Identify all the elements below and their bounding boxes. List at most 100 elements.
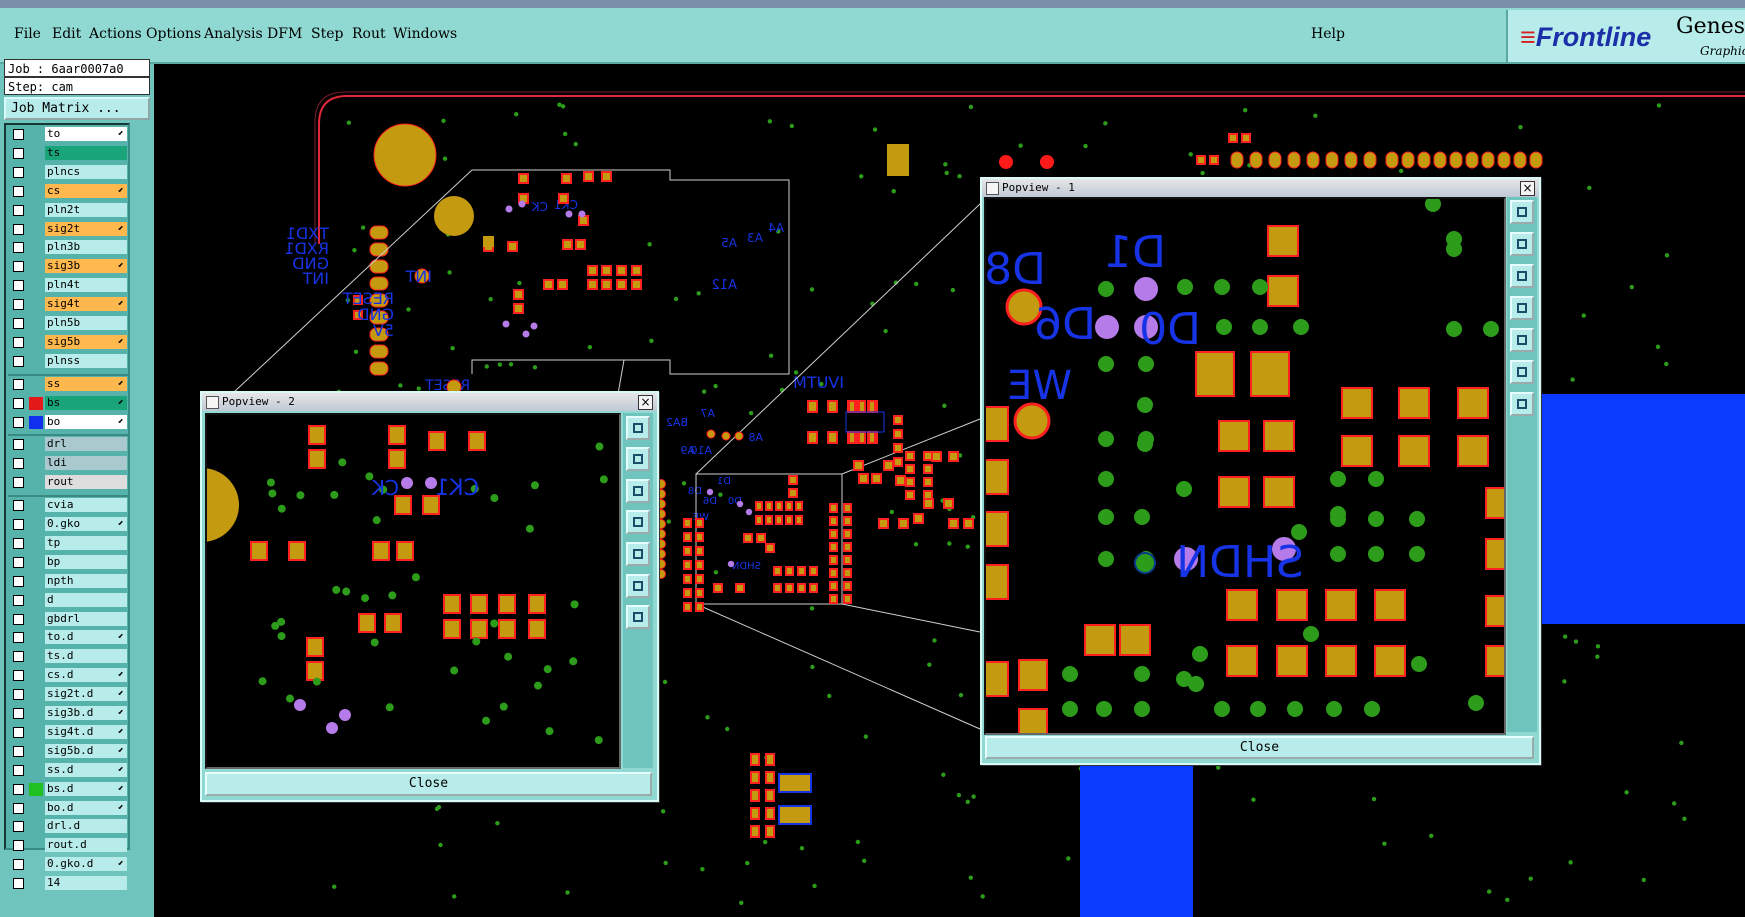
layer-row-ts.d[interactable]: ts.d — [8, 649, 128, 664]
layer-checkbox[interactable] — [13, 378, 24, 390]
close-icon[interactable]: × — [638, 395, 653, 410]
menu-rout[interactable]: Rout — [352, 26, 386, 42]
layer-color-swatch[interactable] — [29, 782, 43, 796]
layer-checkbox[interactable] — [13, 166, 24, 178]
layer-row-d[interactable]: d — [8, 592, 128, 608]
layer-name[interactable]: 0.gko ⬋ — [45, 517, 127, 531]
menu-windows[interactable]: Windows — [393, 26, 457, 42]
layer-row-drl.d[interactable]: drl.d — [8, 819, 128, 834]
menu-actions[interactable]: Actions — [89, 26, 142, 42]
layer-row-bs[interactable]: bs ⬋ — [8, 395, 128, 411]
layer-color-swatch[interactable] — [29, 204, 43, 217]
layer-checkbox[interactable] — [13, 477, 24, 489]
layer-name[interactable]: npth — [45, 573, 127, 588]
pan-left-icon[interactable] — [626, 510, 650, 534]
layer-color-swatch[interactable] — [29, 260, 43, 273]
layer-row-sig4t.d[interactable]: sig4t.d ⬋ — [8, 724, 128, 740]
layer-row-bo[interactable]: bo ⬋ — [8, 414, 128, 430]
layer-checkbox[interactable] — [13, 318, 24, 329]
layer-name[interactable]: ss.d ⬋ — [45, 762, 127, 777]
layer-row-plnss[interactable]: plnss — [8, 353, 128, 369]
layer-color-swatch[interactable] — [29, 707, 43, 720]
layer-color-swatch[interactable] — [29, 279, 43, 292]
layer-checkbox[interactable] — [13, 439, 24, 451]
layer-name[interactable]: to ⬋ — [45, 127, 127, 141]
layer-row-sig2t.d[interactable]: sig2t.d ⬋ — [8, 687, 128, 702]
layer-color-swatch[interactable] — [29, 336, 43, 349]
layer-checkbox[interactable] — [13, 764, 24, 776]
layer-checkbox[interactable] — [13, 280, 24, 292]
layer-checkbox[interactable] — [13, 840, 24, 852]
layer-color-swatch[interactable] — [29, 476, 43, 489]
popview-1-titlebar[interactable]: Popview - 1 — [982, 179, 1539, 197]
layer-row-sig4t[interactable]: sig4t ⬋ — [8, 297, 128, 312]
layer-row-pln2t[interactable]: pln2t — [8, 202, 128, 218]
pan-down-icon[interactable] — [626, 479, 650, 503]
layer-color-swatch[interactable] — [29, 415, 43, 429]
layer-row-to[interactable]: to ⬋ — [8, 127, 128, 142]
menu-analysis[interactable]: Analysis — [204, 26, 263, 42]
layer-name[interactable]: sig3b ⬋ — [45, 259, 127, 274]
layer-row-sig5b[interactable]: sig5b ⬋ — [8, 334, 128, 350]
layer-row-sig3b.d[interactable]: sig3b.d ⬋ — [8, 706, 128, 721]
layer-color-swatch[interactable] — [29, 355, 43, 368]
layer-row-rout.d[interactable]: rout.d — [8, 838, 128, 853]
layer-checkbox[interactable] — [13, 147, 24, 159]
layer-row-ldi[interactable]: ldi — [8, 456, 128, 471]
layer-color-swatch[interactable] — [29, 537, 43, 550]
layer-name[interactable]: d — [45, 592, 127, 607]
layer-checkbox[interactable] — [13, 594, 24, 606]
job-matrix-button[interactable]: Job Matrix ... — [4, 97, 150, 120]
zoom-in-icon[interactable] — [1510, 360, 1534, 384]
layer-row-0.gko.d[interactable]: 0.gko.d ⬋ — [8, 857, 128, 872]
zoom-in-icon[interactable] — [626, 574, 650, 598]
layer-checkbox[interactable] — [13, 519, 24, 530]
layer-color-swatch[interactable] — [29, 518, 43, 531]
layer-name[interactable]: bo.d ⬋ — [45, 800, 127, 815]
layer-row-ts[interactable]: ts — [8, 145, 128, 161]
layer-name[interactable]: 14 — [45, 876, 127, 891]
layer-color-swatch[interactable] — [29, 223, 43, 236]
layer-name[interactable]: bs ⬋ — [45, 395, 127, 410]
layer-row-gbdrl[interactable]: gbdrl — [8, 611, 128, 627]
layer-checkbox[interactable] — [13, 299, 24, 311]
layer-name[interactable]: sig5b.d ⬋ — [45, 743, 127, 758]
layer-name[interactable]: sig2t.d ⬋ — [45, 687, 127, 702]
layer-name[interactable]: drl.d — [45, 819, 127, 834]
layer-name[interactable]: sig5b ⬋ — [45, 334, 127, 349]
layer-checkbox[interactable] — [13, 223, 24, 235]
layer-checkbox[interactable] — [13, 336, 24, 348]
layer-checkbox[interactable] — [13, 632, 24, 644]
layer-color-swatch[interactable] — [29, 594, 43, 607]
zoom-home-icon[interactable] — [626, 416, 650, 440]
menu-help[interactable]: Help — [1311, 26, 1345, 42]
layer-color-swatch[interactable] — [29, 457, 43, 470]
layer-checkbox[interactable] — [13, 416, 24, 428]
layer-color-swatch[interactable] — [29, 764, 43, 777]
layer-checkbox[interactable] — [13, 651, 24, 663]
layer-name[interactable]: cs ⬋ — [45, 183, 127, 198]
zoom-out-icon[interactable] — [626, 605, 650, 629]
layer-name[interactable]: plncs — [45, 164, 127, 179]
layer-color-swatch[interactable] — [29, 298, 43, 311]
menu-edit[interactable]: Edit — [52, 26, 81, 42]
layer-checkbox[interactable] — [13, 670, 24, 682]
menu-step[interactable]: Step — [311, 26, 343, 42]
layer-name[interactable]: tp — [45, 535, 127, 550]
popview-2-titlebar[interactable]: Popview - 2 — [202, 393, 657, 411]
layer-checkbox[interactable] — [13, 204, 24, 216]
layer-name[interactable]: ldi — [45, 456, 127, 471]
layer-color-swatch[interactable] — [29, 726, 43, 739]
zoom-out-icon[interactable] — [1510, 392, 1534, 416]
layer-color-swatch[interactable] — [29, 839, 43, 852]
layer-color-swatch[interactable] — [29, 147, 43, 160]
layer-row-to.d[interactable]: to.d ⬋ — [8, 630, 128, 645]
layer-name[interactable]: pln5b — [45, 316, 127, 330]
layer-checkbox[interactable] — [13, 802, 24, 814]
layer-color-swatch[interactable] — [29, 378, 43, 391]
layer-color-swatch[interactable] — [29, 438, 43, 451]
pan-up-icon[interactable] — [1510, 232, 1534, 256]
layer-row-cs[interactable]: cs ⬋ — [8, 183, 128, 199]
layer-checkbox[interactable] — [13, 745, 24, 757]
layer-name[interactable]: to.d ⬋ — [45, 630, 127, 645]
